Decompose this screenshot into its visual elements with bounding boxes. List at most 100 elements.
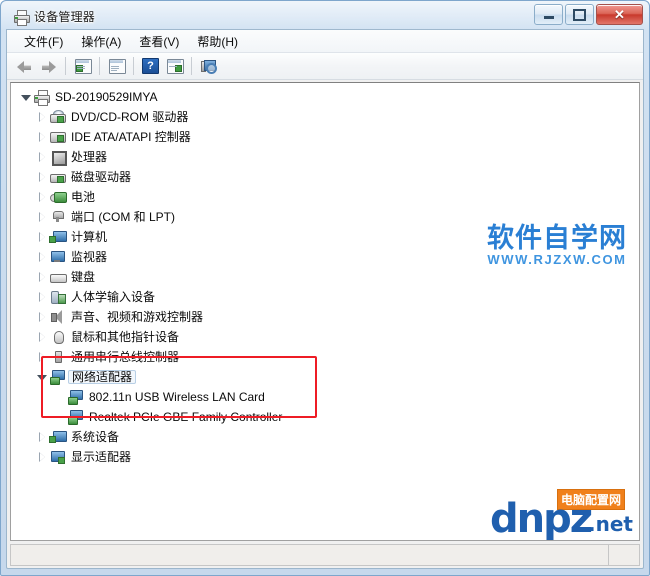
tree-item-label: 电池 <box>71 190 96 204</box>
toolbar-separator-3 <box>133 57 134 75</box>
update-driver-icon <box>108 59 126 74</box>
expander-closed-icon[interactable] <box>35 212 49 222</box>
tree-item-label: 处理器 <box>71 150 108 164</box>
show-hidden-devices-button[interactable] <box>163 55 186 77</box>
help-button[interactable]: ? <box>139 55 162 77</box>
expander-closed-icon[interactable] <box>35 192 49 202</box>
menu-bar: 文件(F) 操作(A) 查看(V) 帮助(H) <box>7 30 643 53</box>
forward-arrow-icon <box>41 60 56 73</box>
port-icon <box>49 209 66 225</box>
tree-item-label: IDE ATA/ATAPI 控制器 <box>71 130 191 144</box>
mouse-icon <box>49 329 66 345</box>
tree-item-label: 鼠标和其他指针设备 <box>71 330 180 344</box>
tree-item-system-devices[interactable]: 系统设备 <box>11 427 639 447</box>
expander-closed-icon[interactable] <box>35 332 49 342</box>
tree-item-processor[interactable]: 处理器 <box>11 147 639 167</box>
expander-closed-icon[interactable] <box>35 132 49 142</box>
update-driver-button[interactable] <box>105 55 128 77</box>
tree-item-label: 网络适配器 <box>68 370 137 384</box>
keyboard-icon <box>49 269 67 285</box>
expander-closed-icon[interactable] <box>35 292 49 302</box>
status-bar-divider <box>608 545 609 565</box>
close-icon: ✕ <box>614 7 625 22</box>
tree-item-computer[interactable]: 计算机 <box>11 227 639 247</box>
tree-item-disk-drives[interactable]: 磁盘驱动器 <box>11 167 639 187</box>
tree-item-usb-controllers[interactable]: 通用串行总线控制器 <box>11 347 639 367</box>
computer-icon <box>49 229 67 245</box>
tree-item-label: 磁盘驱动器 <box>71 170 132 184</box>
device-manager-window: 设备管理器 ✕ 文件(F) 操作(A) 查看(V) 帮助(H) ? SD-201… <box>0 0 650 576</box>
dvd-drive-icon <box>49 109 66 125</box>
scan-hardware-changes-button[interactable] <box>197 55 220 77</box>
maximize-icon <box>573 8 586 21</box>
window-controls: ✕ <box>534 4 643 25</box>
network-device-icon <box>67 389 84 405</box>
tree-item-hid[interactable]: 人体学输入设备 <box>11 287 639 307</box>
expander-closed-icon[interactable] <box>35 432 49 442</box>
forward-button[interactable] <box>37 55 60 77</box>
network-adapter-icon <box>49 369 66 385</box>
expander-closed-icon[interactable] <box>35 312 49 322</box>
network-device-icon <box>67 409 84 425</box>
back-button[interactable] <box>13 55 36 77</box>
tree-item-monitor[interactable]: 监视器 <box>11 247 639 267</box>
processor-icon <box>49 149 67 166</box>
tree-item-display-adapters[interactable]: 显示适配器 <box>11 447 639 467</box>
maximize-button[interactable] <box>565 4 594 25</box>
battery-icon <box>49 189 67 205</box>
expander-closed-icon[interactable] <box>35 252 49 262</box>
display-adapter-icon <box>49 449 66 465</box>
minimize-button[interactable] <box>534 4 563 25</box>
tree-item-label: 监视器 <box>71 250 108 264</box>
tree-item-keyboard[interactable]: 键盘 <box>11 267 639 287</box>
menu-action[interactable]: 操作(A) <box>72 31 130 52</box>
status-bar <box>10 544 640 566</box>
expander-open-icon[interactable] <box>35 373 49 381</box>
tree-item-ide-ata-atapi[interactable]: IDE ATA/ATAPI 控制器 <box>11 127 639 147</box>
usb-controller-icon <box>49 349 66 365</box>
tree-item-ports[interactable]: 端口 (COM 和 LPT) <box>11 207 639 227</box>
menu-view[interactable]: 查看(V) <box>130 31 188 52</box>
toolbar-separator-1 <box>65 57 66 75</box>
system-device-icon <box>49 429 67 445</box>
ide-controller-icon <box>49 129 66 145</box>
menu-help[interactable]: 帮助(H) <box>188 31 247 52</box>
tree-item-root[interactable]: SD-20190529IMYA <box>11 87 639 107</box>
back-arrow-icon <box>17 60 32 73</box>
expander-closed-icon[interactable] <box>35 452 49 462</box>
tree-item-mouse[interactable]: 鼠标和其他指针设备 <box>11 327 639 347</box>
help-icon: ? <box>142 58 159 74</box>
expander-closed-icon[interactable] <box>35 112 49 122</box>
expander-closed-icon[interactable] <box>35 172 49 182</box>
menu-file[interactable]: 文件(F) <box>15 31 72 52</box>
window-title: 设备管理器 <box>34 10 96 24</box>
properties-icon <box>74 59 92 74</box>
expander-closed-icon[interactable] <box>35 272 49 282</box>
expander-closed-icon[interactable] <box>35 152 49 162</box>
tree-item-label: SD-20190529IMYA <box>55 90 158 104</box>
expander-open-icon[interactable] <box>19 93 33 101</box>
printer-device-icon <box>13 9 30 26</box>
tree-item-label: 802.11n USB Wireless LAN Card <box>89 390 265 404</box>
tree-item-label: 端口 (COM 和 LPT) <box>71 210 175 224</box>
toolbar: ? <box>7 53 643 80</box>
properties-button[interactable] <box>71 55 94 77</box>
toolbar-separator-2 <box>99 57 100 75</box>
device-tree: SD-20190529IMYA DVD/CD-ROM 驱动器 IDE ATA/A… <box>11 83 639 540</box>
title-bar[interactable]: 设备管理器 ✕ <box>6 4 644 29</box>
expander-closed-icon[interactable] <box>35 352 49 362</box>
tree-item-wireless-lan-card[interactable]: 802.11n USB Wireless LAN Card <box>11 387 639 407</box>
computer-printer-icon <box>33 89 50 106</box>
monitor-icon <box>49 249 66 265</box>
tree-item-battery[interactable]: 电池 <box>11 187 639 207</box>
expander-closed-icon[interactable] <box>35 232 49 242</box>
device-tree-panel[interactable]: SD-20190529IMYA DVD/CD-ROM 驱动器 IDE ATA/A… <box>10 82 640 541</box>
tree-item-label: 系统设备 <box>71 430 120 444</box>
tree-item-sound-video-game[interactable]: 声音、视频和游戏控制器 <box>11 307 639 327</box>
minimize-icon <box>543 16 554 19</box>
tree-item-network-adapters[interactable]: 网络适配器 <box>11 367 639 387</box>
disk-drive-icon <box>49 169 66 185</box>
tree-item-dvd-cdrom[interactable]: DVD/CD-ROM 驱动器 <box>11 107 639 127</box>
close-button[interactable]: ✕ <box>596 4 643 25</box>
tree-item-realtek-gbe-controller[interactable]: Realtek PCIe GBE Family Controller <box>11 407 639 427</box>
